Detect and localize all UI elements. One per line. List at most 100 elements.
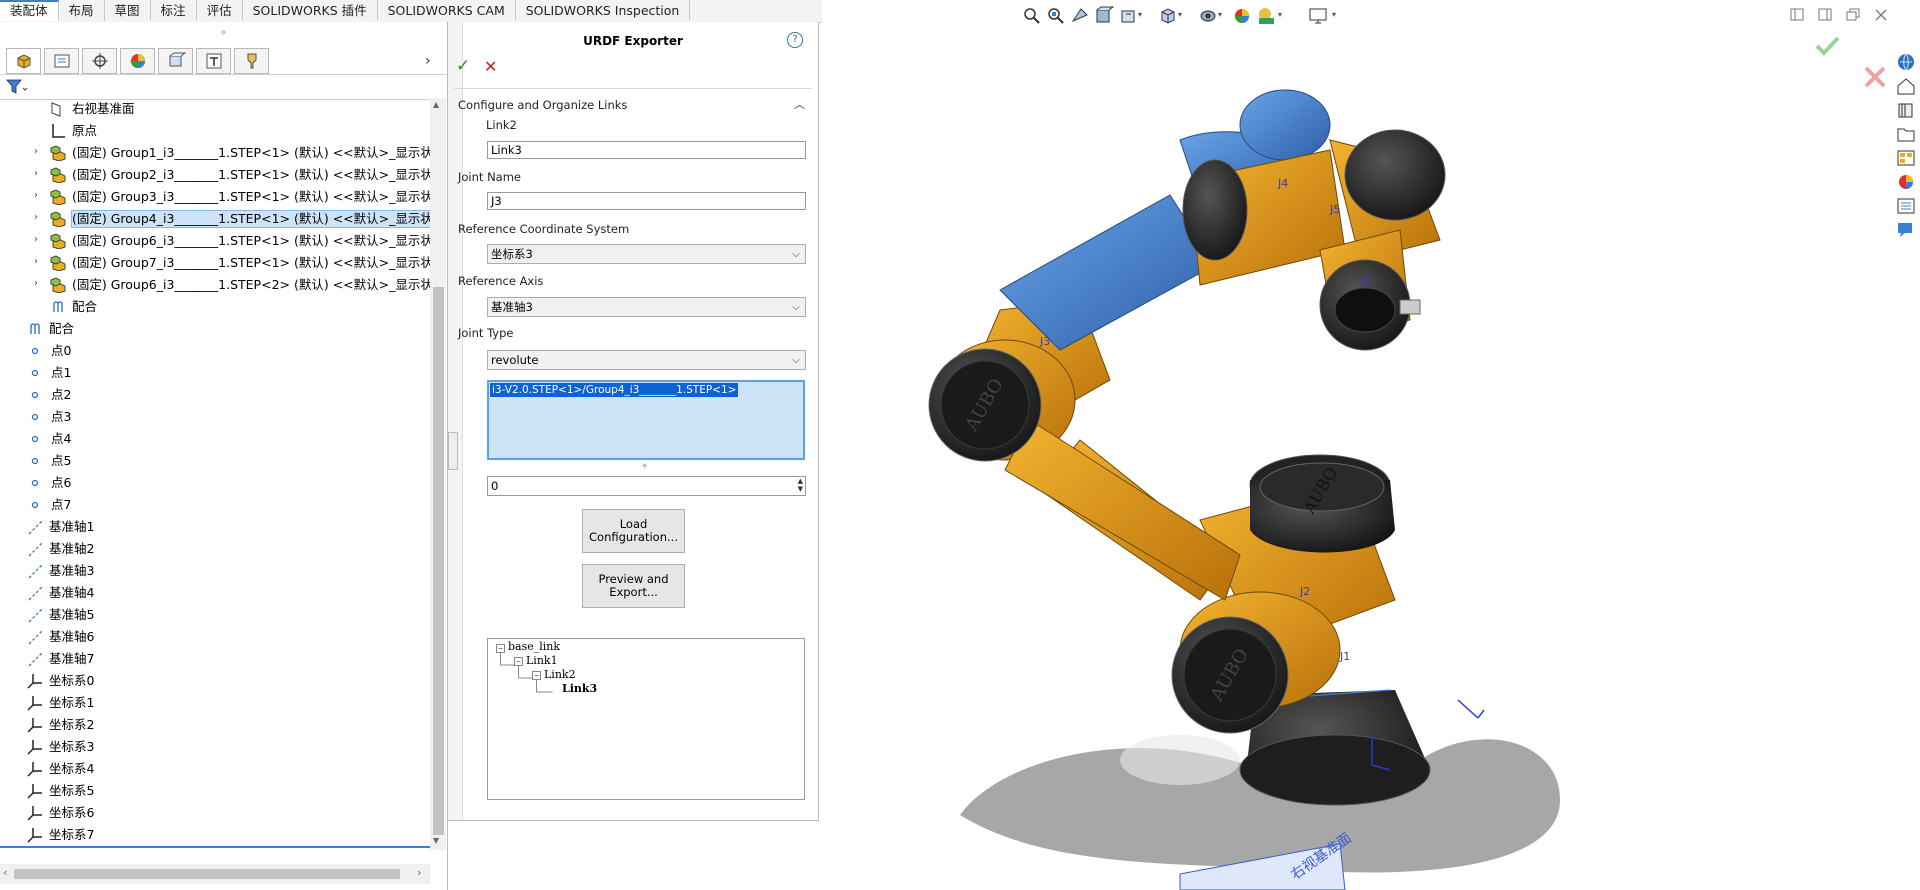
- chevron-down-icon[interactable]: ▾: [1332, 10, 1336, 19]
- resources-icon[interactable]: [1896, 52, 1916, 72]
- configuration-tab-icon[interactable]: [82, 48, 117, 74]
- display-tab-icon[interactable]: [120, 48, 155, 74]
- tab-markup[interactable]: 标注: [151, 0, 197, 21]
- tile-left-icon[interactable]: [1790, 8, 1806, 22]
- tree-item-coordinate-system[interactable]: 坐标系7: [0, 824, 430, 846]
- tree-item-component[interactable]: › (固定) Group2_i3_______1.STEP<1> (默认) <<默…: [0, 164, 430, 186]
- cancel-button[interactable]: ✕: [484, 57, 497, 76]
- close-window-icon[interactable]: [1874, 8, 1890, 22]
- chevron-down-icon[interactable]: ▾: [1218, 10, 1222, 19]
- tree-item-component[interactable]: › (固定) Group1_i3_______1.STEP<1> (默认) <<默…: [0, 142, 430, 164]
- spin-field[interactable]: 0 ▲ ▼: [487, 476, 806, 496]
- panel-grip[interactable]: ⋄: [0, 27, 447, 39]
- tree-item-axis[interactable]: 基准轴6: [0, 626, 430, 648]
- tree-item-component[interactable]: › (固定) Group6_i3_______1.STEP<1> (默认) <<默…: [0, 230, 430, 252]
- scene-icon[interactable]: [1256, 6, 1278, 26]
- tree-item-component[interactable]: › (固定) Group4_i3_______1.STEP<1> (默认) <<默…: [0, 208, 430, 230]
- chevron-down-icon[interactable]: ▾: [1178, 10, 1182, 19]
- filter-icon[interactable]: [6, 79, 28, 95]
- expand-arrow-icon[interactable]: ›: [34, 277, 44, 291]
- tree-item-coordinate-system[interactable]: 坐标系0: [0, 670, 430, 692]
- tree-item-point[interactable]: 点7: [0, 494, 430, 516]
- previous-view-icon[interactable]: [1070, 6, 1090, 26]
- tree-item-point[interactable]: 点6: [0, 472, 430, 494]
- tree-item-axis[interactable]: 基准轴4: [0, 582, 430, 604]
- tree-filter[interactable]: [0, 74, 446, 100]
- view-orientation-icon[interactable]: [1158, 6, 1178, 26]
- home-icon[interactable]: [1896, 76, 1916, 96]
- section-header[interactable]: Configure and Organize Links: [458, 98, 627, 112]
- tree-node[interactable]: Link1: [526, 654, 558, 667]
- chevron-up-icon[interactable]: ︿: [794, 96, 805, 112]
- expand-arrow-icon[interactable]: ›: [34, 211, 44, 225]
- expand-arrow-icon[interactable]: ›: [34, 255, 44, 269]
- chevron-down-icon[interactable]: ▾: [1278, 10, 1282, 19]
- tree-item-coordinate-system[interactable]: 坐标系3: [0, 736, 430, 758]
- file-explorer-icon[interactable]: [1896, 124, 1916, 144]
- tree-item-mates[interactable]: 配合: [0, 296, 430, 318]
- help-icon[interactable]: ?: [787, 32, 803, 48]
- tree-item-point[interactable]: 点3: [0, 406, 430, 428]
- tab-inspection[interactable]: SOLIDWORKS Inspection: [516, 0, 691, 21]
- ref-axis-select[interactable]: 基准轴3 ⌵: [487, 297, 806, 317]
- tree-item-point[interactable]: 点4: [0, 428, 430, 450]
- joint-type-select[interactable]: revolute ⌵: [487, 350, 806, 370]
- section-view-icon[interactable]: [1094, 6, 1114, 26]
- tab-assembly[interactable]: 装配体: [0, 0, 59, 21]
- tree-item-axis[interactable]: 基准轴1: [0, 516, 430, 538]
- panel-splitter[interactable]: [448, 22, 463, 820]
- view-palette-icon[interactable]: [1896, 148, 1916, 168]
- feature-tree-tab-icon[interactable]: [6, 48, 41, 74]
- expand-arrow-icon[interactable]: ›: [34, 233, 44, 247]
- components-list-item[interactable]: i3-V2.0.STEP<1>/Group4_i3_______1.STEP<1…: [490, 383, 739, 397]
- tree-item-coordinate-system[interactable]: 坐标系1: [0, 692, 430, 714]
- ok-button[interactable]: ✓: [456, 56, 470, 76]
- tree-item-coordinate-system[interactable]: 坐标系2: [0, 714, 430, 736]
- chevron-down-icon[interactable]: ▾: [1138, 10, 1142, 19]
- list-resize-handle[interactable]: ⋄: [642, 461, 647, 470]
- view-settings-icon[interactable]: [1308, 6, 1330, 26]
- restore-window-icon[interactable]: [1846, 8, 1862, 22]
- forum-icon[interactable]: [1896, 220, 1916, 240]
- joint-name-field[interactable]: J3: [487, 192, 806, 210]
- tab-layout[interactable]: 布局: [59, 0, 105, 21]
- tree-item-point[interactable]: 点2: [0, 384, 430, 406]
- link-tree[interactable]: base_link Link1 Link2 Link3: [487, 638, 805, 800]
- tree-item-point[interactable]: 点1: [0, 362, 430, 384]
- tree-item-plane[interactable]: 右视基准面: [0, 98, 430, 120]
- zoom-to-fit-icon[interactable]: [1022, 6, 1042, 26]
- horizontal-scrollbar-thumb[interactable]: [14, 869, 400, 879]
- viewport-3d[interactable]: 右视基准面 AUBO AUBO AUBO J4 J5 J6 J1 J2 J3: [820, 30, 1890, 890]
- custom-properties-icon[interactable]: [1896, 196, 1916, 216]
- tree-item-point[interactable]: 点0: [0, 340, 430, 362]
- cam-tab-icon[interactable]: [158, 48, 193, 74]
- link-name-field[interactable]: Link3: [487, 141, 806, 159]
- tree-item-component[interactable]: › (固定) Group6_i3_______1.STEP<2> (默认) <<默…: [0, 274, 430, 296]
- tree-item-mates-folder[interactable]: 配合: [0, 318, 430, 340]
- expand-arrow-icon[interactable]: ›: [34, 167, 44, 181]
- zoom-area-icon[interactable]: [1046, 6, 1066, 26]
- tree-item-component[interactable]: › (固定) Group3_i3_______1.STEP<1> (默认) <<默…: [0, 186, 430, 208]
- rollback-bar[interactable]: [0, 846, 430, 848]
- tab-addins[interactable]: SOLIDWORKS 插件: [243, 0, 378, 21]
- components-list[interactable]: i3-V2.0.STEP<1>/Group4_i3_______1.STEP<1…: [487, 380, 805, 460]
- tree-item-point[interactable]: 点5: [0, 450, 430, 472]
- dynamic-annotation-icon[interactable]: [1118, 6, 1138, 26]
- tab-evaluate[interactable]: 评估: [197, 0, 243, 21]
- design-library-icon[interactable]: [1896, 100, 1916, 120]
- tree-item-axis[interactable]: 基准轴3: [0, 560, 430, 582]
- wrist[interactable]: [1182, 129, 1446, 351]
- chevron-right-icon[interactable]: ›: [425, 53, 431, 69]
- tree-item-axis[interactable]: 基准轴2: [0, 538, 430, 560]
- display-style-icon[interactable]: [1198, 6, 1218, 26]
- tool-tab-icon[interactable]: [234, 48, 269, 74]
- tree-item-origin[interactable]: 原点: [0, 120, 430, 142]
- appearances-icon[interactable]: [1896, 172, 1916, 192]
- tile-right-icon[interactable]: [1818, 8, 1834, 22]
- ref-coord-select[interactable]: 坐标系3 ⌵: [487, 244, 806, 264]
- inspection-tab-icon[interactable]: [196, 48, 231, 74]
- tree-item-axis[interactable]: 基准轴5: [0, 604, 430, 626]
- expand-arrow-icon[interactable]: ›: [34, 189, 44, 203]
- collapse-handle[interactable]: [448, 432, 458, 470]
- tree-item-coordinate-system[interactable]: 坐标系6: [0, 802, 430, 824]
